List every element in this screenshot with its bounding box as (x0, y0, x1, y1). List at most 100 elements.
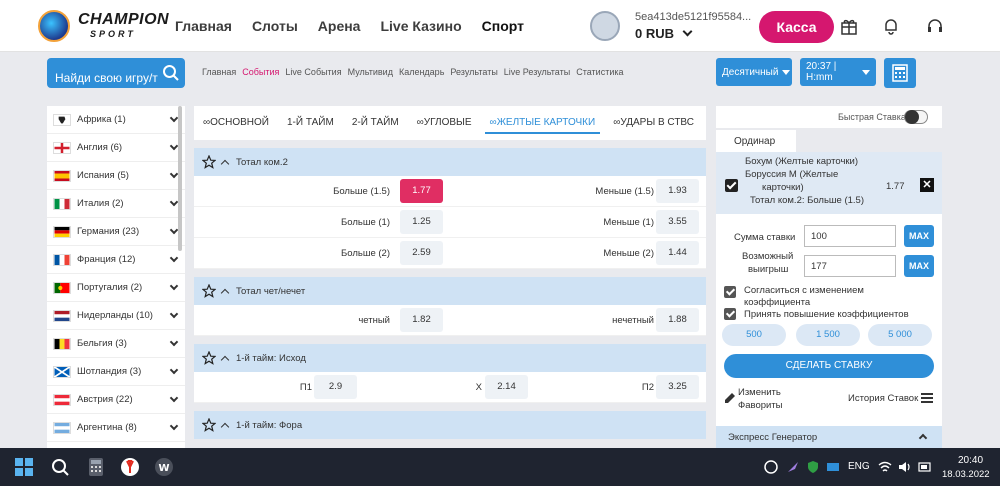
link-events[interactable]: События (242, 67, 279, 77)
time-format-select[interactable]: 20:37 | H:mm (800, 58, 876, 86)
link-calendar[interactable]: Календарь (399, 67, 444, 77)
wifi-icon[interactable] (878, 460, 892, 474)
tab-corners[interactable]: ∞УГЛОВЫЕ (408, 106, 481, 140)
odds-button[interactable]: 3.25 (656, 375, 699, 399)
quick-bet-toggle[interactable] (904, 110, 928, 124)
balance[interactable]: 0 RUB (635, 26, 693, 41)
express-generator-header[interactable]: Экспресс Генератор (716, 426, 942, 448)
language-indicator[interactable]: ENG (848, 461, 870, 472)
menu-icon[interactable] (921, 392, 933, 404)
place-bet-button[interactable]: СДЕЛАТЬ СТАВКУ (724, 354, 934, 378)
odds-button[interactable]: 1.93 (656, 179, 699, 203)
collapse-icon[interactable] (220, 159, 230, 169)
tray-app-icon[interactable] (764, 460, 778, 474)
nav-home[interactable]: Главная (175, 18, 232, 34)
star-icon[interactable] (202, 351, 216, 365)
link-home[interactable]: Главная (202, 67, 236, 77)
search-games-button[interactable]: Найди свою игру/т (47, 58, 185, 88)
gift-icon[interactable] (838, 15, 860, 37)
network-tray-icon[interactable] (826, 460, 840, 474)
collapse-icon[interactable] (220, 288, 230, 298)
link-results[interactable]: Результаты (450, 67, 497, 77)
collapse-icon[interactable] (220, 422, 230, 432)
odds-button[interactable]: 1.25 (400, 210, 443, 234)
country-item[interactable]: Шотландия (3) (47, 358, 185, 386)
quick-amount-5000[interactable]: 5 000 (868, 324, 932, 346)
country-item[interactable]: Аргентина (8) (47, 414, 185, 442)
accept-change-checkbox[interactable] (724, 286, 736, 298)
star-icon[interactable] (202, 155, 216, 169)
nav-arena[interactable]: Арена (318, 18, 361, 34)
market-header[interactable]: 1-й тайм: Исход (194, 344, 706, 372)
tab-main[interactable]: ∞ОСНОВНОЙ (194, 106, 278, 140)
tab-first-half[interactable]: 1-Й ТАЙМ (278, 106, 343, 140)
search-icon[interactable] (50, 457, 70, 477)
tab-yellow-cards[interactable]: ∞ЖЕЛТЫЕ КАРТОЧКИ (481, 106, 605, 140)
country-item[interactable]: Австрия (22) (47, 386, 185, 414)
feather-icon[interactable] (786, 460, 800, 474)
market-header[interactable]: 1-й тайм: Фора (194, 411, 706, 439)
calculator-app-icon[interactable] (86, 457, 106, 477)
link-multiview[interactable]: Мультивид (348, 67, 393, 77)
odds-button[interactable]: 2.9 (314, 375, 357, 399)
win-max-button[interactable]: MAX (904, 255, 934, 277)
tab-second-half[interactable]: 2-Й ТАЙМ (343, 106, 408, 140)
windows-start-icon[interactable] (14, 457, 34, 477)
stake-input[interactable] (804, 225, 896, 247)
clock-time[interactable]: 20:40 (958, 455, 983, 466)
link-statistics[interactable]: Статистика (576, 67, 623, 77)
stake-max-button[interactable]: MAX (904, 225, 934, 247)
quick-amount-500[interactable]: 500 (722, 324, 786, 346)
champion-logo[interactable]: CHAMPION SPORT (38, 8, 169, 44)
yandex-browser-icon[interactable] (120, 457, 140, 477)
remove-bet-button[interactable]: ✕ (920, 178, 934, 192)
country-item[interactable]: Бельгия (3) (47, 330, 185, 358)
country-item[interactable]: Италия (2) (47, 190, 185, 218)
avatar[interactable] (590, 11, 620, 41)
app-w-icon[interactable]: W (154, 457, 174, 477)
country-item[interactable]: Испания (5) (47, 162, 185, 190)
country-item[interactable]: Португалия (2) (47, 274, 185, 302)
headset-icon[interactable] (924, 15, 946, 37)
tab-shots-on-target[interactable]: ∞УДАРЫ В СТВС (604, 106, 703, 140)
nav-slots[interactable]: Слоты (252, 18, 298, 34)
clock-date[interactable]: 18.03.2022 (942, 469, 990, 480)
edit-favorites-label-cont[interactable]: Фавориты (738, 399, 783, 412)
market-header[interactable]: Тотал ком.2 (194, 148, 706, 176)
odds-format-select[interactable]: Десятичный (716, 58, 792, 86)
accept-increase-checkbox[interactable] (724, 308, 736, 320)
calculator-button[interactable] (884, 58, 916, 88)
bell-icon[interactable] (880, 15, 902, 37)
odds-button[interactable]: 1.44 (656, 241, 699, 265)
edit-favorites-label[interactable]: Изменить (738, 386, 781, 399)
link-live-results[interactable]: Live Результаты (504, 67, 570, 77)
collapse-icon[interactable] (220, 355, 230, 365)
country-item[interactable]: Нидерланды (10) (47, 302, 185, 330)
country-item[interactable]: Франция (12) (47, 246, 185, 274)
country-item[interactable]: Германия (23) (47, 218, 185, 246)
star-icon[interactable] (202, 418, 216, 432)
tab-single-bet[interactable]: Ординар (716, 130, 796, 152)
odds-button[interactable]: 1.88 (656, 308, 699, 332)
nav-live-casino[interactable]: Live Казино (380, 18, 461, 34)
country-list-scrollbar[interactable] (178, 106, 182, 251)
odds-button[interactable]: 2.14 (485, 375, 528, 399)
link-live-events[interactable]: Live События (285, 67, 341, 77)
edit-icon[interactable] (724, 392, 736, 404)
bet-history-link[interactable]: История Ставок (848, 392, 918, 405)
star-icon[interactable] (202, 284, 216, 298)
nav-sport[interactable]: Спорт (482, 18, 524, 34)
country-item[interactable]: Англия (6) (47, 134, 185, 162)
volume-icon[interactable] (898, 460, 912, 474)
cashier-button[interactable]: Касса (759, 11, 834, 43)
shield-icon[interactable] (806, 460, 820, 474)
bet-select-checkbox[interactable] (725, 179, 738, 192)
battery-icon[interactable] (918, 460, 932, 474)
odds-button[interactable]: 1.82 (400, 308, 443, 332)
quick-amount-1500[interactable]: 1 500 (796, 324, 860, 346)
odds-button[interactable]: 3.55 (656, 210, 699, 234)
odds-button[interactable]: 2.59 (400, 241, 443, 265)
country-item[interactable]: Африка (1) (47, 106, 185, 134)
odds-button[interactable]: 1.77 (400, 179, 443, 203)
market-header[interactable]: Тотал чет/нечет (194, 277, 706, 305)
